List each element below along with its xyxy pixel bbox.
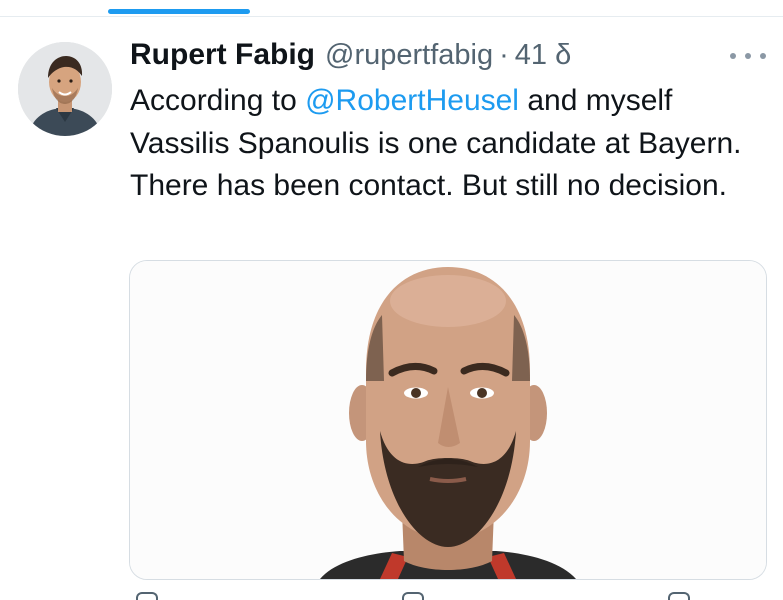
tweet-action-bar xyxy=(130,592,766,600)
tweet-header: Rupert Fabig @rupertfabig · 41 δ xyxy=(130,38,571,78)
display-name[interactable]: Rupert Fabig xyxy=(130,38,315,72)
mention-link[interactable]: @RobertHeusel xyxy=(305,84,519,117)
more-dot xyxy=(760,53,766,59)
more-horizontal-icon[interactable] xyxy=(730,44,766,68)
portrait-photo xyxy=(130,261,766,579)
avatar[interactable] xyxy=(18,42,112,136)
tweet-text-part: According to xyxy=(130,84,306,117)
header-separator: · xyxy=(499,39,509,71)
more-dot xyxy=(730,53,736,59)
tweet-media-image[interactable] xyxy=(129,260,767,580)
share-icon[interactable] xyxy=(668,592,690,600)
avatar-image xyxy=(18,42,112,136)
tweet-timestamp[interactable]: 41 δ xyxy=(515,39,571,72)
reply-icon[interactable] xyxy=(136,592,158,600)
active-tab-indicator xyxy=(108,9,250,14)
user-handle[interactable]: @rupertfabig xyxy=(325,39,493,72)
more-dot xyxy=(745,53,751,59)
like-icon[interactable] xyxy=(402,592,424,600)
top-divider xyxy=(0,16,783,17)
tweet-text: According to @RobertHeusel and myself Va… xyxy=(130,80,760,208)
